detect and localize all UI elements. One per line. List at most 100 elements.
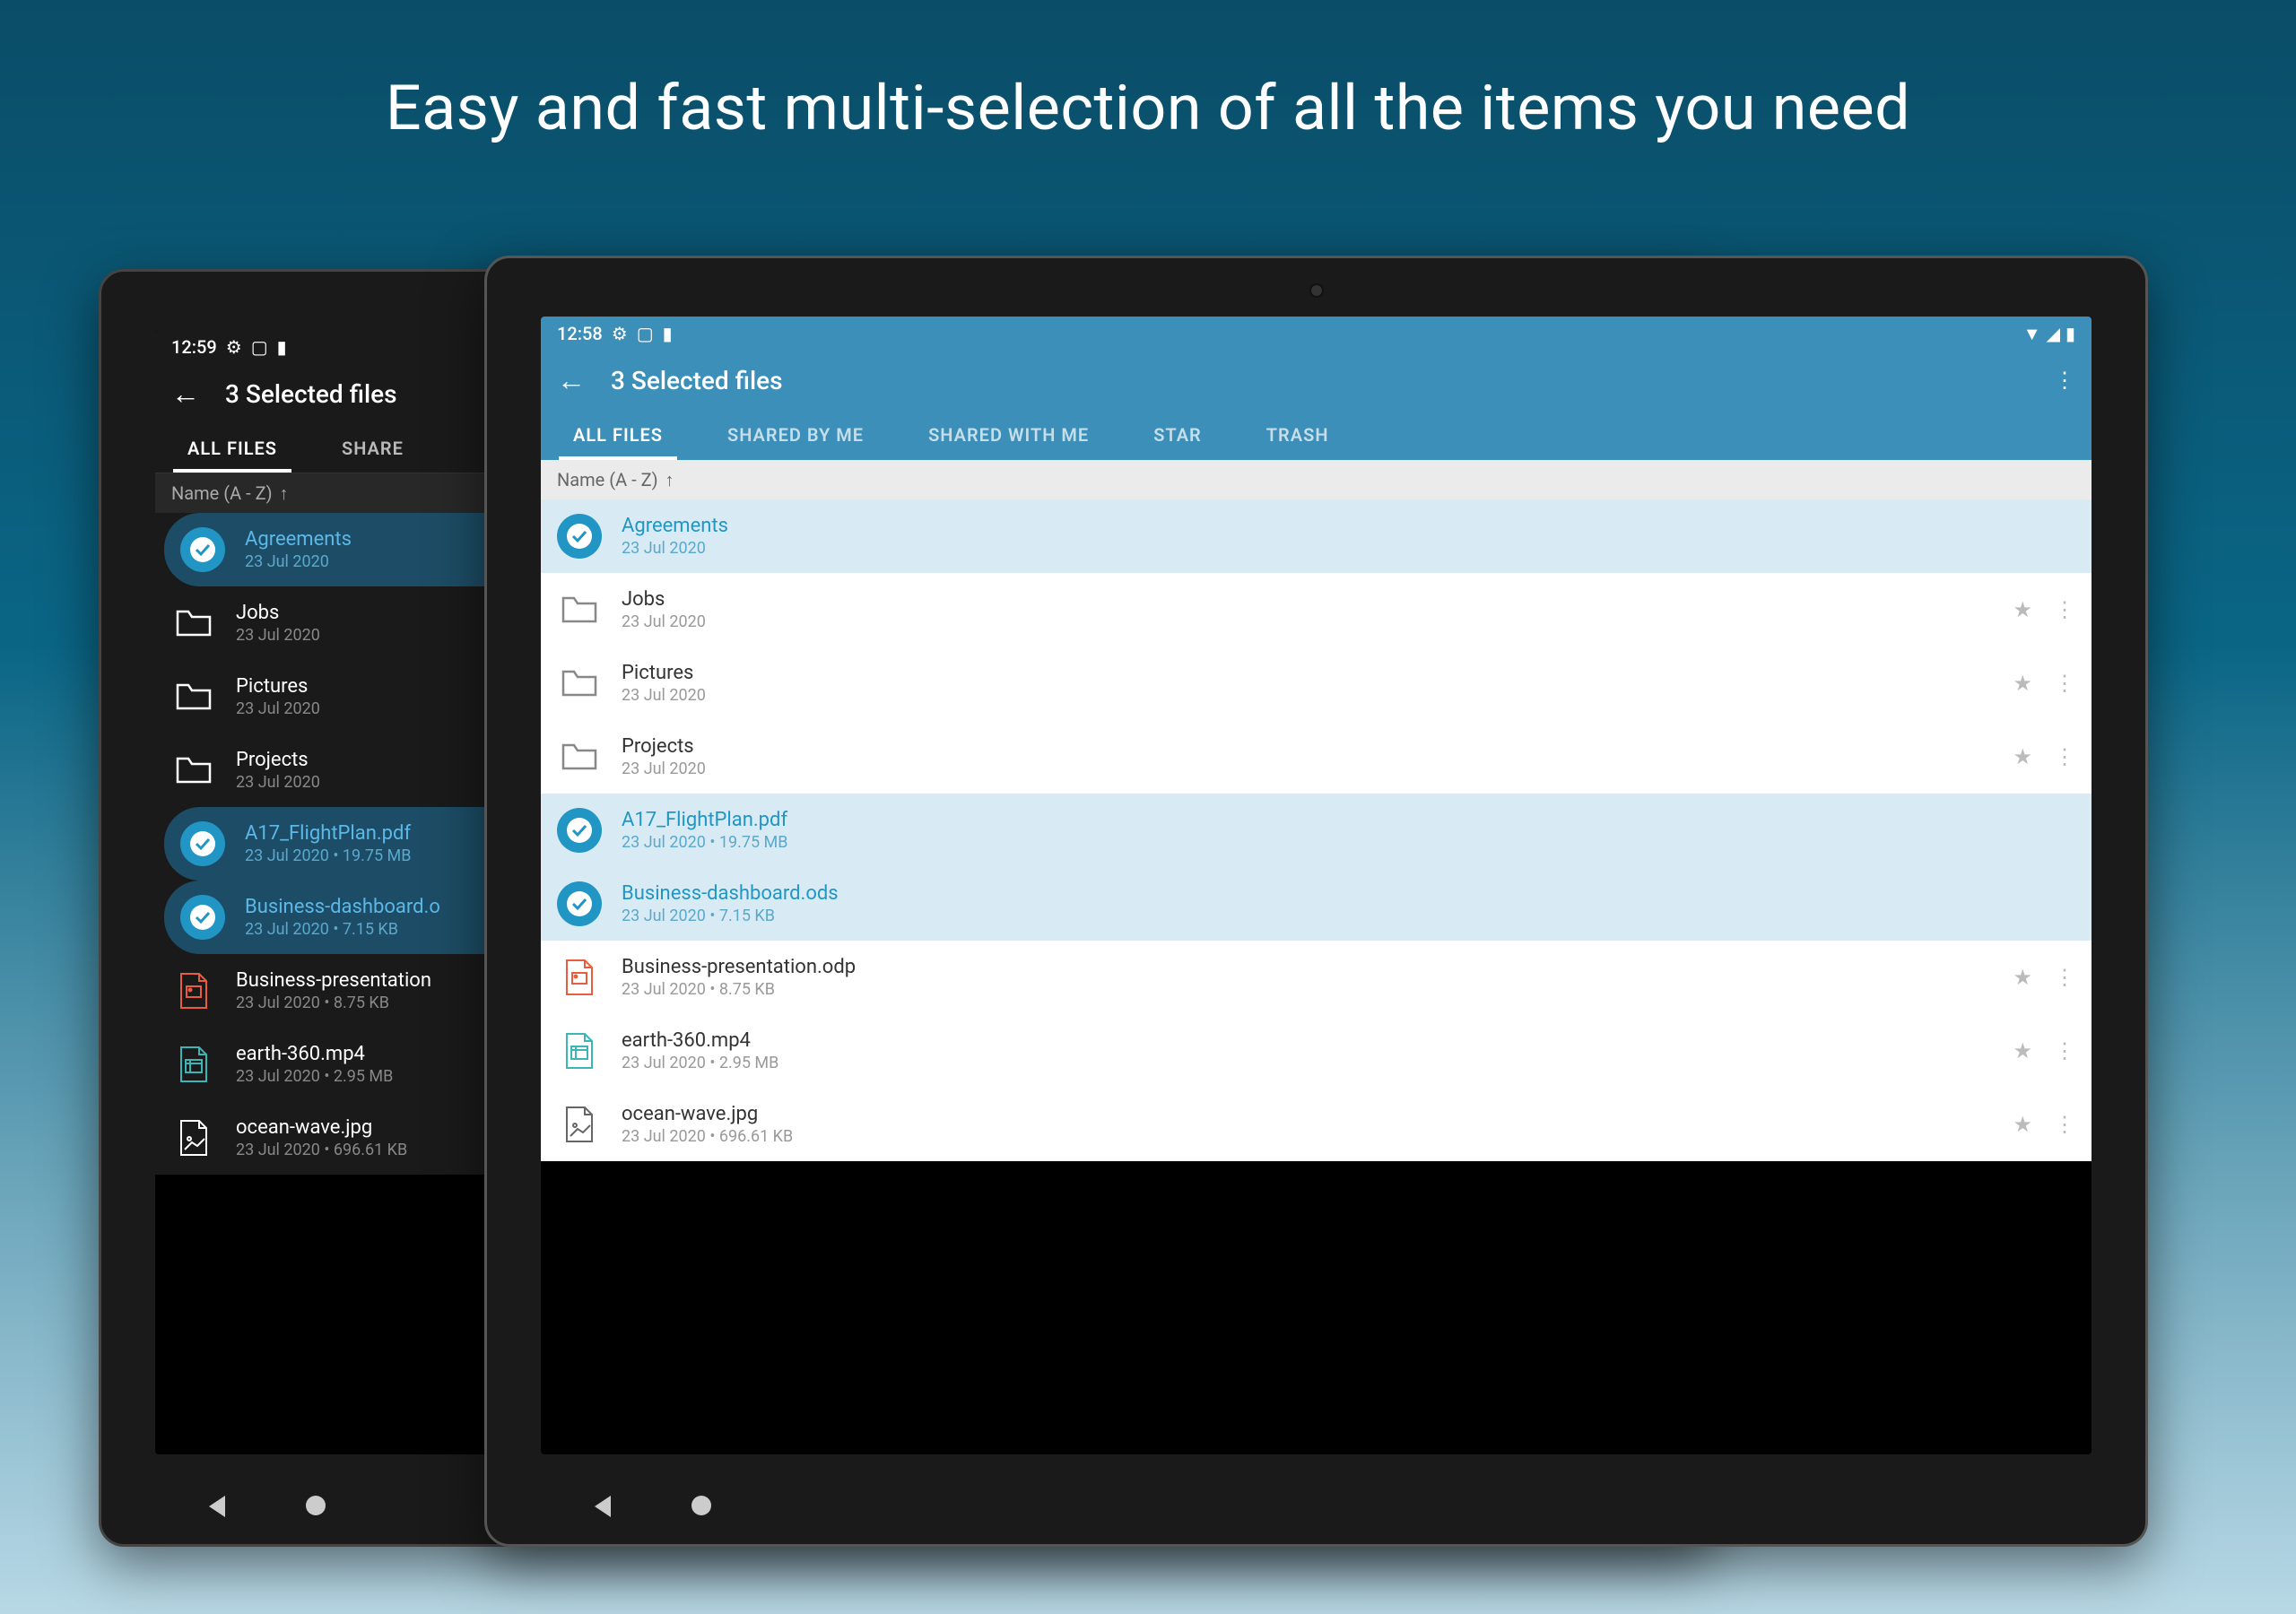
file-row[interactable]: ocean-wave.jpg23 Jul 2020 • 696.61 KB★⋮ (541, 1088, 2092, 1161)
sort-bar[interactable]: Name (A - Z) ↑ (541, 460, 2092, 499)
battery-icon: ▮ (2066, 323, 2075, 344)
file-meta: 23 Jul 2020 (622, 539, 2075, 558)
star-icon[interactable]: ★ (2013, 1112, 2032, 1137)
more-icon[interactable]: ⋮ (2054, 965, 2075, 990)
battery-icon: ▮ (277, 336, 287, 358)
file-info: Projects23 Jul 2020 (622, 735, 1993, 778)
file-actions: ★⋮ (2013, 671, 2075, 696)
header-title: 3 Selected files (611, 366, 783, 395)
file-actions: ★⋮ (2013, 965, 2075, 990)
settings-icon: ⚙ (612, 323, 628, 344)
more-button[interactable]: ⋮ (2054, 368, 2075, 393)
star-icon[interactable]: ★ (2013, 965, 2032, 990)
more-icon[interactable]: ⋮ (2054, 1038, 2075, 1063)
file-meta: 23 Jul 2020 • 19.75 MB (622, 833, 2075, 852)
file-row[interactable]: Jobs23 Jul 2020★⋮ (541, 573, 2092, 646)
file-info: Jobs23 Jul 2020 (622, 588, 1993, 631)
tablet-light: 12:58 ⚙ ▢ ▮ ▼ ◢ ▮ ← 3 Selected files ⋮ A… (484, 256, 2148, 1547)
file-meta: 23 Jul 2020 (622, 686, 1993, 705)
file-row[interactable]: Pictures23 Jul 2020★⋮ (541, 646, 2092, 720)
square-icon: ▢ (251, 336, 268, 358)
more-icon[interactable]: ⋮ (2054, 1112, 2075, 1137)
tab-shared-by-me[interactable]: SHARED BY ME (695, 410, 896, 460)
file-row[interactable]: Agreements23 Jul 2020 (541, 499, 2092, 573)
file-actions: ★⋮ (2013, 597, 2075, 622)
square-icon: ▢ (637, 323, 654, 344)
file-row[interactable]: Business-dashboard.ods 23 Jul 2020 • 7.15… (541, 867, 2092, 941)
status-bar: 12:58 ⚙ ▢ ▮ ▼ ◢ ▮ (541, 317, 2092, 351)
file-actions: ★⋮ (2013, 744, 2075, 769)
star-icon[interactable]: ★ (2013, 1038, 2032, 1063)
file-row[interactable]: Business-presentation.odp 23 Jul 2020 • 8… (541, 941, 2092, 1014)
file-meta: 23 Jul 2020 • 8.75 KB (622, 980, 1993, 999)
folder-icon (557, 734, 602, 779)
battery-icon: ▮ (663, 323, 673, 344)
camera-icon (1309, 283, 1324, 298)
tab-trash[interactable]: TRASH (1234, 410, 1361, 460)
file-row[interactable]: A17_FlightPlan.pdf 23 Jul 2020 • 19.75 MB (541, 794, 2092, 867)
file-row[interactable]: earth-360.mp423 Jul 2020 • 2.95 MB★⋮ (541, 1014, 2092, 1088)
back-button[interactable]: ← (557, 363, 586, 397)
tab-shared-with-me[interactable]: SHARED WITH ME (896, 410, 1121, 460)
back-button[interactable]: ← (171, 377, 200, 411)
tab-star[interactable]: STAR (1121, 410, 1234, 460)
file-info: ocean-wave.jpg 23 Jul 2020 • 696.61 KB (622, 1103, 1993, 1146)
folder-icon (171, 674, 216, 719)
screen-light: 12:58 ⚙ ▢ ▮ ▼ ◢ ▮ ← 3 Selected files ⋮ A… (541, 317, 2092, 1454)
check-icon (557, 514, 602, 559)
check-icon (557, 808, 602, 853)
tab-share[interactable]: SHARE (309, 423, 436, 473)
check-icon (180, 821, 225, 866)
file-meta: 23 Jul 2020 • 2.95 MB (622, 1054, 1993, 1072)
file-name: Projects (622, 735, 1993, 758)
file-name: earth-360.mp4 (622, 1029, 1993, 1052)
tab-all-files[interactable]: ALL FILES (155, 423, 309, 473)
folder-icon (557, 587, 602, 632)
promo-title: Easy and fast multi-selection of all the… (0, 0, 2296, 145)
status-time: 12:58 (557, 323, 603, 344)
file-icon (171, 968, 216, 1013)
file-name: ocean-wave.jpg (622, 1103, 1993, 1125)
more-icon[interactable]: ⋮ (2054, 744, 2075, 769)
file-icon (557, 1102, 602, 1147)
file-row[interactable]: Projects23 Jul 2020★⋮ (541, 720, 2092, 794)
nav-home-icon[interactable] (306, 1496, 326, 1515)
file-meta: 23 Jul 2020 (622, 612, 1993, 631)
file-name: Pictures (622, 662, 1993, 684)
more-icon[interactable]: ⋮ (2054, 597, 2075, 622)
settings-icon: ⚙ (226, 336, 242, 358)
file-actions: ★⋮ (2013, 1112, 2075, 1137)
sort-label: Name (A - Z) (557, 469, 658, 490)
star-icon[interactable]: ★ (2013, 671, 2032, 696)
file-actions: ★⋮ (2013, 1038, 2075, 1063)
sort-arrow-icon: ↑ (665, 469, 674, 491)
nav-back-icon[interactable] (209, 1496, 225, 1517)
file-name: Business-presentation.odp (622, 956, 1993, 978)
check-icon (557, 881, 602, 926)
folder-icon (171, 748, 216, 793)
folder-icon (557, 661, 602, 706)
star-icon[interactable]: ★ (2013, 744, 2032, 769)
file-meta: 23 Jul 2020 • 7.15 KB (622, 907, 2075, 925)
app-header: ← 3 Selected files ⋮ (541, 351, 2092, 410)
more-icon[interactable]: ⋮ (2054, 671, 2075, 696)
file-list: Agreements23 Jul 2020Jobs23 Jul 2020★⋮Pi… (541, 499, 2092, 1161)
tabs: ALL FILESSHARED BY MESHARED WITH MESTART… (541, 410, 2092, 460)
wifi-icon: ▼ (2023, 323, 2041, 345)
file-name: Jobs (622, 588, 1993, 611)
file-name: A17_FlightPlan.pdf (622, 809, 2075, 831)
file-name: Business-dashboard.ods (622, 882, 2075, 905)
file-info: Business-presentation.odp 23 Jul 2020 • 8… (622, 956, 1993, 999)
file-icon (171, 1042, 216, 1087)
file-icon (171, 1115, 216, 1160)
tab-all-files[interactable]: ALL FILES (541, 410, 695, 460)
file-info: Agreements23 Jul 2020 (622, 515, 2075, 558)
star-icon[interactable]: ★ (2013, 597, 2032, 622)
signal-icon: ◢ (2047, 323, 2060, 344)
sort-label: Name (A - Z) (171, 482, 273, 504)
file-meta: 23 Jul 2020 • 696.61 KB (622, 1127, 1993, 1146)
nav-buttons (487, 1496, 2145, 1517)
nav-back-icon[interactable] (595, 1496, 611, 1517)
sort-arrow-icon: ↑ (280, 482, 289, 505)
nav-home-icon[interactable] (691, 1496, 711, 1515)
